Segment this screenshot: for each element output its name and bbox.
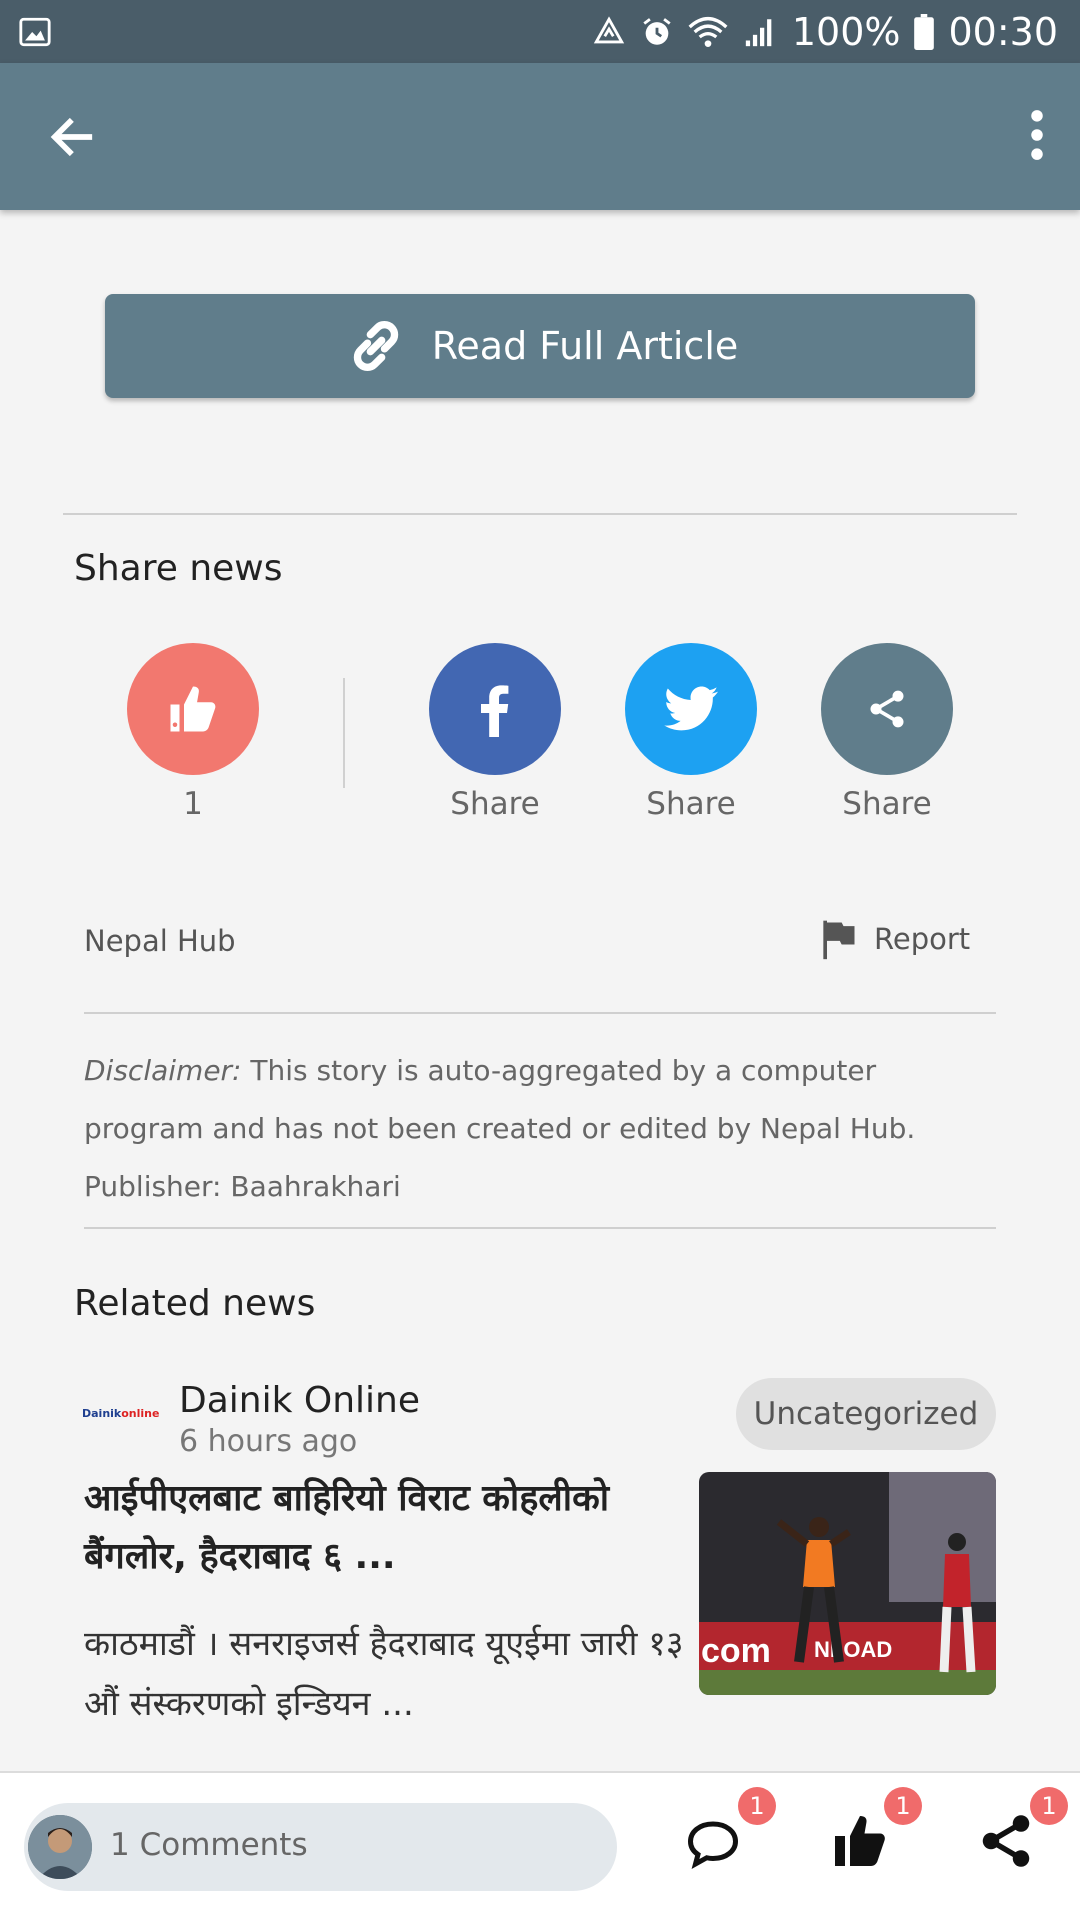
related-time: 6 hours ago bbox=[179, 1424, 358, 1459]
share-badge: 1 bbox=[1030, 1787, 1068, 1825]
data-saver-icon bbox=[593, 15, 625, 43]
related-news-title: Related news bbox=[74, 1283, 316, 1324]
report-label: Report bbox=[874, 922, 971, 956]
twitter-share-label: Share bbox=[646, 786, 736, 822]
related-summary: काठमाडौं । सनराइजर्स हैदराबाद यूएईमा जार… bbox=[84, 1624, 684, 1724]
thumbs-up-icon[interactable] bbox=[830, 1811, 890, 1871]
battery-percent: 100% bbox=[791, 9, 901, 54]
bottom-bar: 1 Comments 1 1 1 bbox=[0, 1771, 1080, 1920]
dainik-online-logo: Dainik online bbox=[82, 1406, 160, 1420]
read-full-article-label: Read Full Article bbox=[431, 324, 739, 368]
share-news-title: Share news bbox=[74, 548, 283, 589]
read-full-article-button[interactable]: Read Full Article bbox=[105, 294, 975, 398]
status-bar: 100% 00:30 bbox=[0, 0, 1080, 63]
cricket-photo-image: com NLOAD bbox=[699, 1472, 996, 1695]
disclaimer: Disclaimer: This story is auto-aggregate… bbox=[84, 1042, 984, 1216]
share-icon[interactable] bbox=[976, 1811, 1036, 1871]
like-button[interactable] bbox=[127, 643, 259, 775]
report-button[interactable]: Report bbox=[816, 916, 970, 962]
share-separator bbox=[343, 678, 345, 788]
svg-text:NLOAD: NLOAD bbox=[814, 1637, 892, 1662]
related-headline[interactable]: आईपीएलबाट बाहिरियो विराट कोहलीको बैंगलोर… bbox=[84, 1470, 684, 1586]
battery-icon bbox=[914, 13, 935, 50]
comments-label: 1 Comments bbox=[110, 1827, 308, 1863]
signal-icon bbox=[745, 18, 772, 46]
wifi-icon bbox=[688, 16, 728, 47]
related-source: Dainik Online bbox=[179, 1380, 421, 1421]
like-badge: 1 bbox=[884, 1787, 922, 1825]
clock: 00:30 bbox=[948, 9, 1058, 54]
comment-badge: 1 bbox=[738, 1787, 776, 1825]
divider bbox=[84, 1012, 996, 1014]
publisher: Publisher: Baahrakhari bbox=[84, 1170, 401, 1203]
arrow-left-icon[interactable] bbox=[46, 111, 98, 163]
facebook-icon bbox=[481, 685, 509, 737]
more-share-button[interactable] bbox=[821, 643, 953, 775]
more-vert-icon[interactable] bbox=[1014, 105, 1060, 165]
alarm-icon bbox=[643, 17, 671, 45]
facebook-share-label: Share bbox=[450, 786, 540, 822]
disclaimer-label: Disclaimer: bbox=[84, 1054, 242, 1087]
twitter-icon bbox=[664, 686, 718, 731]
divider bbox=[84, 1227, 996, 1229]
thumbs-up-icon bbox=[170, 686, 216, 732]
like-count: 1 bbox=[183, 786, 203, 822]
svg-text:com: com bbox=[701, 1632, 771, 1670]
category-chip[interactable]: Uncategorized bbox=[736, 1378, 996, 1450]
app-bar bbox=[0, 63, 1080, 210]
divider bbox=[63, 513, 1017, 515]
flag-icon bbox=[823, 920, 855, 960]
share-icon bbox=[870, 690, 904, 728]
link-icon bbox=[353, 320, 398, 372]
avatar bbox=[28, 1815, 92, 1879]
related-thumbnail[interactable]: com NLOAD bbox=[699, 1472, 996, 1695]
facebook-share-button[interactable] bbox=[429, 643, 561, 775]
twitter-share-button[interactable] bbox=[625, 643, 757, 775]
more-share-label: Share bbox=[842, 786, 932, 822]
comment-icon[interactable] bbox=[683, 1814, 743, 1874]
source-name: Nepal Hub bbox=[84, 924, 236, 958]
image-icon bbox=[19, 17, 51, 46]
comments-input[interactable]: 1 Comments bbox=[24, 1803, 617, 1891]
